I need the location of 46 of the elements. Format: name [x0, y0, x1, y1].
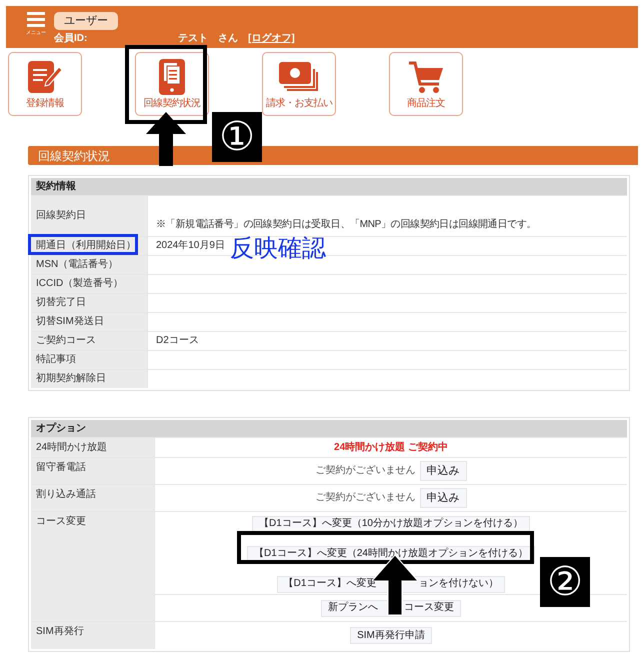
label-cell: 特記事項 [31, 351, 147, 369]
value-cell: ※「新規電話番号」の回線契約日は受取日、「MNP」の回線契約日は回線開通日です。 [147, 196, 627, 236]
label-cell: 回線契約日 [31, 196, 147, 236]
table-heading: 契約情報 [31, 178, 627, 195]
shopping-cart-icon [408, 60, 444, 94]
label-cell: 留守番電話 [31, 458, 154, 484]
menu-tile-label: 商品注文 [407, 99, 445, 109]
label-cell: 24時間かけ放題 [31, 438, 154, 457]
annotation-text: 反映確認 [230, 235, 326, 263]
course-button[interactable]: SIM再発行申請 [350, 627, 432, 644]
status-text: ご契約がございません [316, 466, 416, 476]
label-cell: ご契約コース [31, 332, 147, 350]
role-badge: ユーザー [54, 12, 118, 30]
member-id-label: 会員ID: [54, 34, 88, 44]
label-cell: 初期契約解除日 [31, 370, 147, 388]
course-button[interactable]: 新プランへ コース変更 [321, 600, 461, 616]
menu-tile[interactable]: 登録情報 [8, 52, 82, 116]
value-cell: D2コース [147, 332, 627, 350]
menu-tile[interactable]: 請求・お支払い [262, 52, 336, 116]
step-number: ② [540, 557, 590, 607]
step-number: ① [212, 112, 262, 162]
user-name: テスト さん [178, 34, 238, 44]
apply-button[interactable]: 申込み [420, 488, 466, 508]
menu-tile[interactable]: 商品注文 [389, 52, 463, 116]
menu-icon[interactable] [27, 12, 45, 27]
label-cell: 切替SIM発送日 [31, 313, 147, 331]
menu-tile-label: 登録情報 [26, 99, 64, 109]
apply-button[interactable]: 申込み [420, 461, 466, 481]
document-pencil-icon [28, 61, 62, 93]
banknotes-icon [279, 62, 319, 92]
course-button[interactable]: 【D1コース】へ変更（10分かけ放題オプションを付ける） [252, 516, 530, 532]
up-arrow [146, 112, 186, 166]
menu-tile-label: 請求・お支払い [266, 99, 332, 109]
menu-tile-label: 回線契約状況 [144, 99, 200, 109]
label-cell: 切替完了日 [31, 294, 147, 312]
status-text: ご契約がございません [316, 493, 416, 503]
label-cell: 割り込み通話 [31, 485, 154, 511]
section-title: 回線契約状況 [38, 150, 110, 162]
label-cell: SIM再発行 [31, 622, 154, 649]
menu-tile[interactable]: 回線契約状況 [135, 52, 209, 116]
label-cell: コース変更 [31, 512, 154, 621]
status-text: 24時間かけ放題 ご契約中 [334, 442, 448, 452]
label-cell: ICCID（製造番号） [31, 275, 147, 293]
table-heading: オプション [31, 420, 627, 437]
tablet-document-icon [159, 59, 185, 95]
label-cell: MSN（電話番号） [31, 256, 147, 274]
